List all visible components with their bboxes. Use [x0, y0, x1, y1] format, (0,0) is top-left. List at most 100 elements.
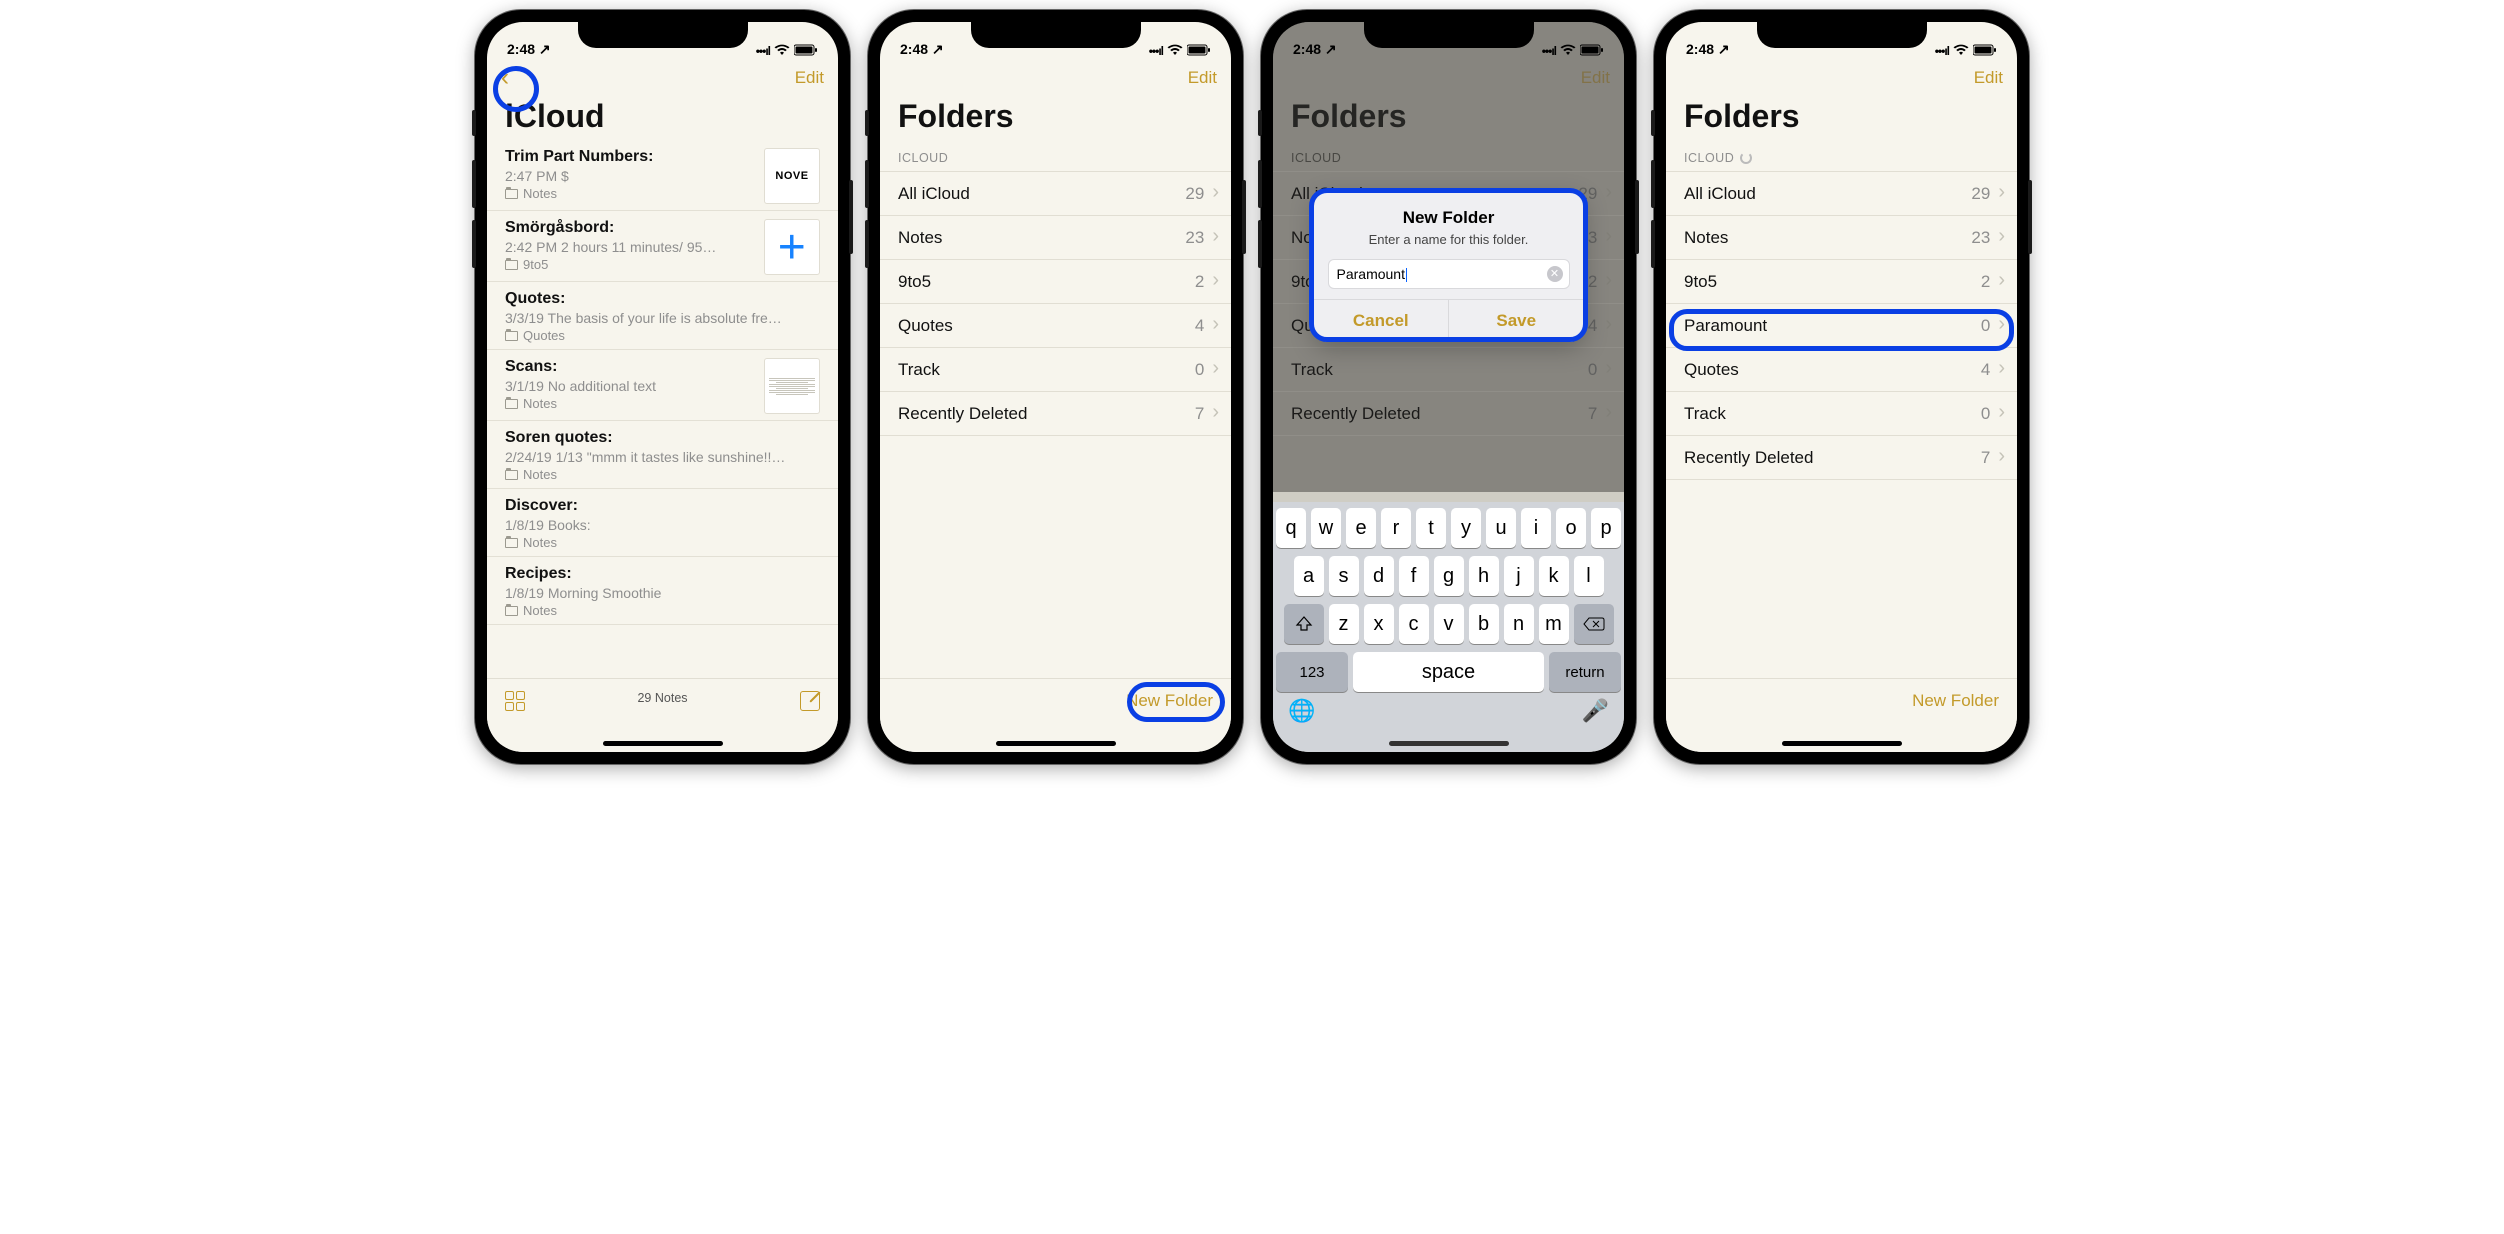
edit-button[interactable]: Edit — [1188, 68, 1217, 88]
key-w[interactable]: w — [1311, 508, 1341, 548]
folder-icon — [505, 189, 518, 199]
notes-count: 29 Notes — [637, 691, 687, 705]
key-a[interactable]: a — [1294, 556, 1324, 596]
folder-icon — [505, 260, 518, 270]
folder-row[interactable]: Recently Deleted7› — [1666, 436, 2017, 480]
edit-button[interactable]: Edit — [795, 68, 824, 88]
key-z[interactable]: z — [1329, 604, 1359, 644]
cancel-button[interactable]: Cancel — [1314, 300, 1450, 342]
note-subtitle: 3/1/19 No additional text — [505, 378, 756, 394]
note-item[interactable]: Smörgåsbord:2:42 PM 2 hours 11 minutes/ … — [487, 211, 838, 282]
save-button[interactable]: Save — [1449, 300, 1584, 342]
folder-row[interactable]: Notes23› — [1666, 216, 2017, 260]
folder-count: 0 — [1981, 404, 1990, 424]
folder-row[interactable]: Notes23› — [880, 216, 1231, 260]
folder-row[interactable]: Track0› — [1666, 392, 2017, 436]
folder-name: 9to5 — [1684, 272, 1717, 292]
key-x[interactable]: x — [1364, 604, 1394, 644]
key-j[interactable]: j — [1504, 556, 1534, 596]
note-item[interactable]: Trim Part Numbers:2:47 PM $NotesNOVE — [487, 140, 838, 211]
note-item[interactable]: Soren quotes: 2/24/19 1/13 "mmm it tastes… — [487, 421, 838, 489]
note-folder: Quotes — [505, 328, 820, 343]
compose-button[interactable] — [800, 691, 820, 711]
folder-icon — [505, 538, 518, 548]
note-item[interactable]: Recipes:1/8/19 Morning SmoothieNotes — [487, 557, 838, 625]
backspace-key[interactable] — [1574, 604, 1614, 644]
key-s[interactable]: s — [1329, 556, 1359, 596]
note-item[interactable]: Quotes:3/3/19 The basis of your life is … — [487, 282, 838, 350]
key-f[interactable]: f — [1399, 556, 1429, 596]
home-indicator[interactable] — [1389, 741, 1509, 746]
folder-row[interactable]: Recently Deleted7› — [880, 392, 1231, 436]
numbers-key[interactable]: 123 — [1276, 652, 1348, 692]
folder-name-input[interactable]: Paramount ✕ — [1328, 259, 1570, 289]
home-indicator[interactable] — [996, 741, 1116, 746]
key-u[interactable]: u — [1486, 508, 1516, 548]
note-title: Recipes: — [505, 565, 820, 583]
globe-icon[interactable]: 🌐 — [1288, 698, 1315, 724]
folder-name: Notes — [898, 228, 942, 248]
key-q[interactable]: q — [1276, 508, 1306, 548]
home-indicator[interactable] — [1782, 741, 1902, 746]
gallery-view-button[interactable] — [505, 691, 525, 711]
note-title: Scans: — [505, 358, 756, 376]
chevron-right-icon: › — [1212, 225, 1219, 248]
folder-name: Recently Deleted — [898, 404, 1027, 424]
key-y[interactable]: y — [1451, 508, 1481, 548]
key-g[interactable]: g — [1434, 556, 1464, 596]
note-title: Trim Part Numbers: — [505, 148, 756, 166]
key-d[interactable]: d — [1364, 556, 1394, 596]
wifi-icon — [1167, 44, 1183, 56]
new-folder-button[interactable]: New Folder — [1126, 691, 1213, 711]
key-l[interactable]: l — [1574, 556, 1604, 596]
clear-input-icon[interactable]: ✕ — [1547, 266, 1563, 282]
note-folder: Notes — [505, 535, 820, 550]
note-subtitle: 3/3/19 The basis of your life is absolut… — [505, 310, 820, 326]
folder-row[interactable]: 9to52› — [880, 260, 1231, 304]
key-t[interactable]: t — [1416, 508, 1446, 548]
folder-row[interactable]: Quotes4› — [880, 304, 1231, 348]
key-i[interactable]: i — [1521, 508, 1551, 548]
folder-row[interactable]: Paramount0› — [1666, 304, 2017, 348]
new-folder-button[interactable]: New Folder — [1912, 691, 1999, 711]
note-item[interactable]: Scans:3/1/19 No additional textNotes — [487, 350, 838, 421]
folder-row[interactable]: All iCloud29› — [880, 171, 1231, 216]
folder-count: 4 — [1195, 316, 1204, 336]
key-v[interactable]: v — [1434, 604, 1464, 644]
key-b[interactable]: b — [1469, 604, 1499, 644]
folders-list: All iCloud29›Notes23›9to52›Quotes4›Track… — [880, 171, 1231, 436]
note-subtitle: 2/24/19 1/13 "mmm it tastes like sunshin… — [505, 449, 820, 465]
folder-row[interactable]: All iCloud29› — [1666, 171, 2017, 216]
key-o[interactable]: o — [1556, 508, 1586, 548]
folder-count: 29 — [1185, 184, 1204, 204]
mic-icon[interactable]: 🎤 — [1582, 698, 1609, 724]
return-key[interactable]: return — [1549, 652, 1621, 692]
back-button[interactable]: ‹ — [501, 64, 509, 92]
note-title: Soren quotes: — [505, 429, 820, 447]
page-title: iCloud — [487, 96, 838, 143]
edit-button[interactable]: Edit — [1974, 68, 2003, 88]
home-indicator[interactable] — [603, 741, 723, 746]
chevron-right-icon: › — [1998, 269, 2005, 292]
folder-row[interactable]: 9to52› — [1666, 260, 2017, 304]
note-item[interactable]: Discover:1/8/19 Books:Notes — [487, 489, 838, 557]
notes-list[interactable]: Trim Part Numbers:2:47 PM $NotesNOVESmör… — [487, 140, 838, 678]
new-folder-alert: New Folder Enter a name for this folder.… — [1314, 192, 1584, 342]
space-key[interactable]: space — [1353, 652, 1544, 692]
key-e[interactable]: e — [1346, 508, 1376, 548]
keyboard[interactable]: qwertyuiop asdfghjkl zxcvbnm 123 space r… — [1273, 502, 1624, 752]
cellular-signal-icon — [756, 42, 770, 58]
alert-title: New Folder — [1328, 208, 1570, 228]
key-n[interactable]: n — [1504, 604, 1534, 644]
chevron-right-icon: › — [1998, 181, 2005, 204]
key-p[interactable]: p — [1591, 508, 1621, 548]
folder-row[interactable]: Quotes4› — [1666, 348, 2017, 392]
key-k[interactable]: k — [1539, 556, 1569, 596]
notch — [971, 22, 1141, 48]
shift-key[interactable] — [1284, 604, 1324, 644]
folder-row[interactable]: Track0› — [880, 348, 1231, 392]
key-h[interactable]: h — [1469, 556, 1499, 596]
key-c[interactable]: c — [1399, 604, 1429, 644]
key-m[interactable]: m — [1539, 604, 1569, 644]
key-r[interactable]: r — [1381, 508, 1411, 548]
